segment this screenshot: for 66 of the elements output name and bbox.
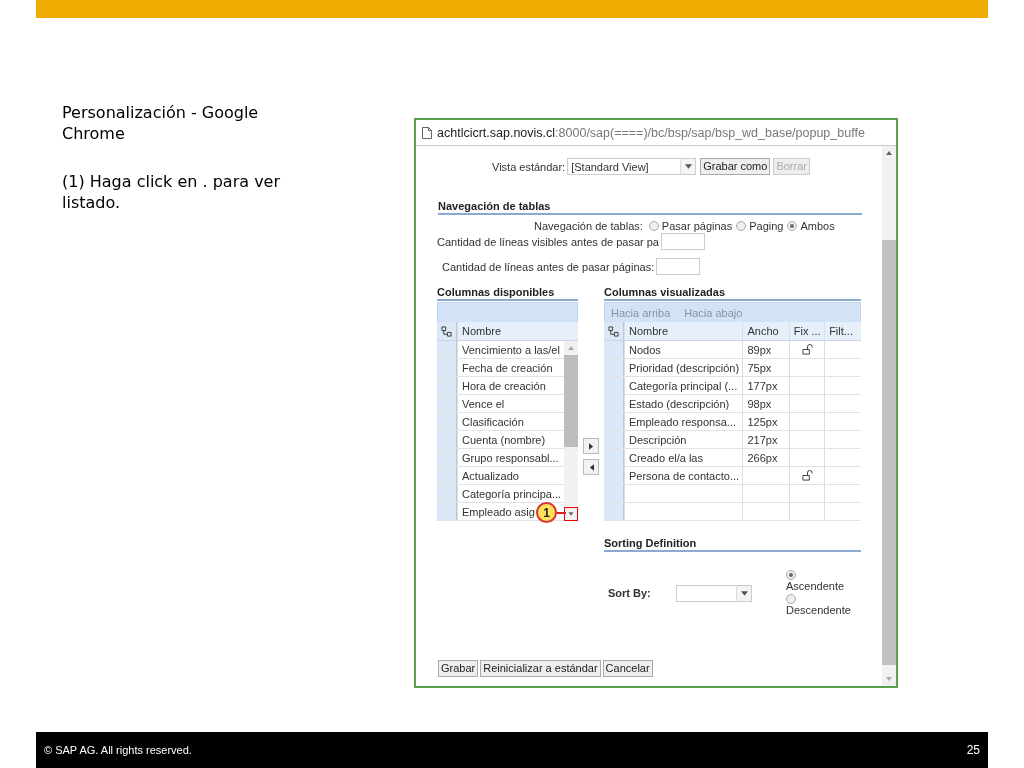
field-label: Vista estándar: [492,160,566,173]
row-selector[interactable] [604,485,624,502]
radio-label: Descendente [786,604,851,616]
row-selector[interactable] [604,449,624,466]
row-selector[interactable] [437,395,457,412]
row-selector[interactable] [604,377,624,394]
radio-button[interactable] [648,221,659,231]
lock-icon[interactable] [801,344,813,355]
field-label: Sort By: [607,587,652,599]
hierarchy-icon[interactable] [441,325,452,337]
row-selector[interactable] [437,413,457,430]
row-selector[interactable] [437,377,457,394]
page-number: 25 [966,743,980,757]
column-header[interactable]: Ancho [742,322,790,340]
section-heading: Navegación de tablas [438,200,862,215]
url-text: :8000/sap(====)/bc/bsp/sap/bsp_wd_base/popup_buffe [555,125,865,140]
radio-button[interactable] [736,221,747,231]
scrollbar[interactable] [564,341,578,521]
table-cell: Categoría principa... [457,485,564,502]
row-selector[interactable] [604,359,624,376]
row-selector[interactable] [437,359,457,376]
dropdown-arrow-icon[interactable] [684,164,692,169]
url-text: achtlcicrt.sap.novis.cl [437,125,556,140]
dropdown-arrow-icon[interactable] [740,590,748,596]
hierarchy-icon[interactable] [608,325,619,337]
move-right-button[interactable] [583,438,599,454]
scrollbar[interactable] [882,146,896,686]
instruction-text: (1) Haga click en . para ver listado. [62,171,282,213]
row-selector[interactable] [604,503,624,520]
radio-label: Paging [749,220,784,232]
radio-label: Ascendente [786,580,846,592]
dialog-button[interactable]: Grabar como [700,158,771,175]
field-label: Cantidad de líneas antes de pasar páginas: [442,260,655,273]
move-left-button[interactable] [583,459,599,475]
dialog-button[interactable]: Reinicializar a estándar [480,660,601,677]
copyright-text: © SAP AG. All rights reserved. [44,744,192,756]
view-dropdown[interactable]: [Standard View] [567,158,697,175]
row-selector[interactable] [437,431,457,448]
row-selector[interactable] [437,449,457,466]
input-field[interactable] [656,258,701,275]
row-selector[interactable] [437,503,457,520]
row-selector[interactable] [437,485,457,502]
radio-label: Ambos [800,220,835,232]
column-header[interactable]: Fix ... [789,322,825,340]
row-selector[interactable] [604,467,624,484]
row-selector[interactable] [437,467,457,484]
field-label: Navegación de tablas: [534,220,643,232]
dialog-button[interactable]: Grabar [438,660,479,677]
row-selector[interactable] [604,395,624,412]
dialog-button[interactable]: Cancelar [602,660,653,677]
radio-button[interactable] [786,594,796,604]
field-label: Cantidad de líneas visibles antes de pasar pa [437,235,659,248]
page-icon [422,126,432,139]
input-field[interactable] [661,233,705,250]
column-header[interactable]: Filt... [824,322,861,340]
section-heading: Sorting Definition [604,537,861,552]
lock-icon[interactable] [801,470,813,481]
column-header[interactable]: Nombre [624,322,743,340]
right-triangle-icon [588,442,594,450]
left-triangle-icon [588,463,594,471]
row-selector[interactable] [604,413,624,430]
radio-label: Pasar páginas [661,220,733,232]
slide-title: Personalización - Google Chrome [62,102,260,144]
row-selector[interactable] [604,431,624,448]
radio-button[interactable] [786,570,796,580]
radio-button[interactable] [787,221,798,231]
